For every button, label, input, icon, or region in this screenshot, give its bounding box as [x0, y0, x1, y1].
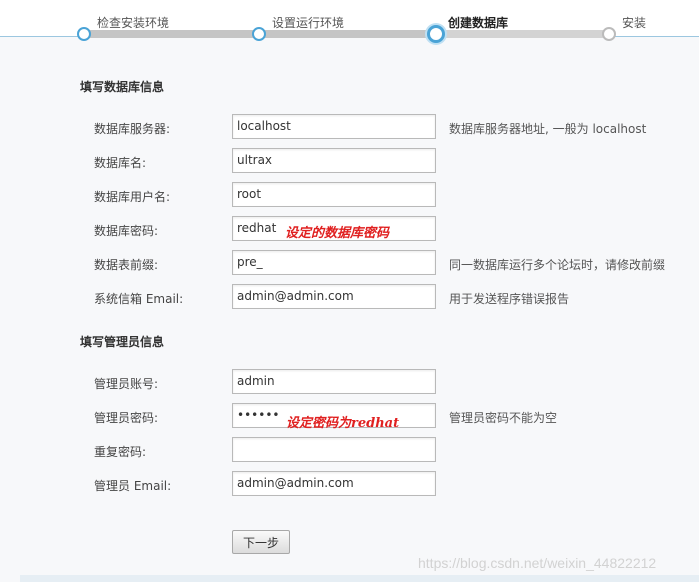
admin-section-title: 填写管理员信息	[80, 335, 165, 349]
admin-email-input[interactable]: admin@admin.com	[232, 471, 436, 496]
admin-email-label: 管理员 Email:	[94, 479, 172, 493]
admin-password-annotation: 设定密码为redhat	[286, 416, 400, 431]
system-email-row: 系统信箱 Email: admin@admin.com 用于发送程序错误报告	[0, 284, 699, 311]
step-dot-install	[602, 27, 616, 41]
install-steps-header: 检查安装环境 设置运行环境 创建数据库 安装	[0, 0, 699, 43]
db-section-title: 填写数据库信息	[80, 80, 165, 94]
admin-password-label: 管理员密码:	[94, 411, 159, 425]
admin-account-label: 管理员账号:	[94, 377, 159, 391]
db-user-label: 数据库用户名:	[94, 190, 171, 204]
step-label-create-db: 创建数据库	[448, 16, 509, 30]
step-dot-check-env	[77, 27, 91, 41]
db-host-row: 数据库服务器: localhost 数据库服务器地址, 一般为 localhos…	[0, 114, 699, 141]
db-prefix-row: 数据表前缀: pre_ 同一数据库运行多个论坛时，请修改前缀	[0, 250, 699, 277]
db-name-row: 数据库名: ultrax	[0, 148, 699, 175]
step-label-run-env: 设置运行环境	[272, 16, 345, 30]
system-email-label: 系统信箱 Email:	[94, 292, 184, 306]
db-host-input[interactable]: localhost	[232, 114, 436, 139]
step-dot-run-env	[252, 27, 266, 41]
system-email-input[interactable]: admin@admin.com	[232, 284, 436, 309]
db-password-label: 数据库密码:	[94, 224, 159, 238]
footer-bar	[20, 575, 699, 582]
watermark: https://blog.csdn.net/weixin_44822212	[418, 555, 657, 571]
db-prefix-label: 数据表前缀:	[94, 258, 159, 272]
repeat-password-row: 重复密码:	[0, 437, 699, 464]
admin-email-row: 管理员 Email: admin@admin.com	[0, 471, 699, 498]
repeat-password-label: 重复密码:	[94, 445, 147, 459]
repeat-password-input[interactable]	[232, 437, 436, 462]
step-label-install: 安装	[622, 16, 647, 30]
admin-account-input[interactable]: admin	[232, 369, 436, 394]
db-name-label: 数据库名:	[94, 156, 147, 170]
step-label-check-env: 检查安装环境	[97, 16, 170, 30]
step-dot-create-db	[427, 25, 445, 43]
system-email-hint: 用于发送程序错误报告	[449, 292, 570, 306]
db-user-row: 数据库用户名: root	[0, 182, 699, 209]
db-name-input[interactable]: ultrax	[232, 148, 436, 173]
next-step-button[interactable]: 下一步	[232, 530, 290, 554]
db-password-annotation: 设定的数据库密码	[285, 226, 390, 241]
db-host-label: 数据库服务器:	[94, 122, 171, 136]
db-host-hint: 数据库服务器地址, 一般为 localhost	[449, 122, 647, 136]
admin-account-row: 管理员账号: admin	[0, 369, 699, 396]
admin-password-hint: 管理员密码不能为空	[449, 411, 558, 425]
db-prefix-input[interactable]: pre_	[232, 250, 436, 275]
db-prefix-hint: 同一数据库运行多个论坛时，请修改前缀	[449, 258, 666, 272]
db-user-input[interactable]: root	[232, 182, 436, 207]
